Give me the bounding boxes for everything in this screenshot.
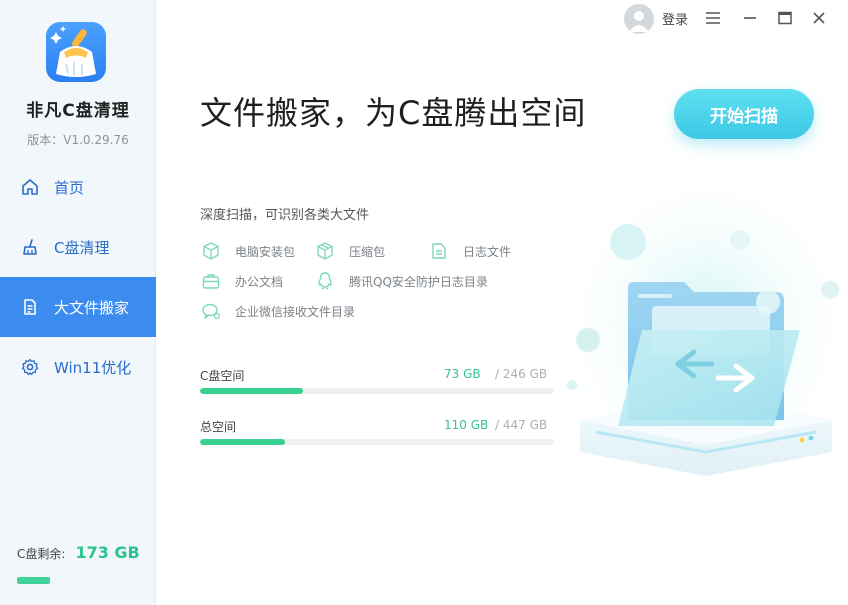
file-type-item: 日志文件 xyxy=(429,241,511,261)
c-drive-remaining-label: C盘剩余: xyxy=(17,547,66,561)
space-label: 总空间 xyxy=(200,420,237,434)
c-drive-remaining-bar xyxy=(17,577,50,584)
file-type-label: 企业微信接收文件目录 xyxy=(235,304,356,319)
space-bar xyxy=(200,388,554,394)
sidebar: 非凡C盘清理 版本：V1.0.29.76 首页 C盘清理 大文件搬家 Win11… xyxy=(0,0,156,605)
space-total: / 447 GB xyxy=(495,418,548,432)
file-type-label: 日志文件 xyxy=(463,244,512,259)
app-logo xyxy=(46,22,106,82)
sidebar-item-label: Win11优化 xyxy=(54,358,132,377)
page-title: 文件搬家，为C盘腾出空间 xyxy=(200,94,587,132)
file-type-item: 办公文档 xyxy=(201,271,283,291)
c-drive-remaining: C盘剩余: 173 GB xyxy=(17,543,140,562)
c-drive-remaining-value: 173 GB xyxy=(75,543,140,562)
qq-icon xyxy=(315,271,335,291)
minimize-icon[interactable] xyxy=(738,6,762,30)
space-used: 110 GB xyxy=(444,418,489,432)
scan-description: 深度扫描，可识别各类大文件 xyxy=(200,208,370,223)
file-type-item: 腾讯QQ安全防护日志目录 xyxy=(315,271,488,291)
file-type-label: 办公文档 xyxy=(235,274,284,289)
maximize-icon[interactable] xyxy=(773,6,797,30)
login-link[interactable]: 登录 xyxy=(662,9,688,28)
space-bar xyxy=(200,439,554,445)
log-file-icon xyxy=(429,241,449,261)
sidebar-item-big-file-move[interactable]: 大文件搬家 xyxy=(0,277,156,337)
file-type-item: 企业微信接收文件目录 xyxy=(201,301,355,321)
chat-icon xyxy=(201,301,221,321)
user-avatar[interactable] xyxy=(624,4,654,34)
app-name: 非凡C盘清理 xyxy=(26,101,130,121)
file-type-label: 腾讯QQ安全防护日志目录 xyxy=(349,274,488,289)
start-scan-button[interactable]: 开始扫描 xyxy=(674,89,814,139)
sidebar-item-home[interactable]: 首页 xyxy=(0,157,156,217)
file-type-label: 电脑安装包 xyxy=(235,244,296,259)
file-move-illustration xyxy=(566,180,848,510)
app-version: 版本：V1.0.29.76 xyxy=(27,133,129,147)
sidebar-item-label: 大文件搬家 xyxy=(54,298,130,317)
broom-icon xyxy=(20,237,40,257)
briefcase-icon xyxy=(201,271,221,291)
gear-icon xyxy=(20,357,40,377)
box-icon xyxy=(201,241,221,261)
document-icon xyxy=(20,297,40,317)
space-label: C盘空间 xyxy=(200,369,245,383)
file-type-label: 压缩包 xyxy=(349,244,386,259)
space-bar-fill xyxy=(200,439,285,445)
sidebar-item-label: 首页 xyxy=(54,178,85,197)
home-icon xyxy=(20,177,40,197)
file-type-item: 电脑安装包 xyxy=(201,241,295,261)
sidebar-item-label: C盘清理 xyxy=(54,238,110,257)
close-icon[interactable] xyxy=(807,6,831,30)
archive-icon xyxy=(315,241,335,261)
file-type-item: 压缩包 xyxy=(315,241,385,261)
sidebar-item-c-clean[interactable]: C盘清理 xyxy=(0,217,156,277)
menu-icon[interactable] xyxy=(701,6,725,30)
space-bar-fill xyxy=(200,388,303,394)
space-used: 73 GB xyxy=(444,367,481,381)
space-total: / 246 GB xyxy=(495,367,548,381)
sidebar-item-win11[interactable]: Win11优化 xyxy=(0,337,156,397)
